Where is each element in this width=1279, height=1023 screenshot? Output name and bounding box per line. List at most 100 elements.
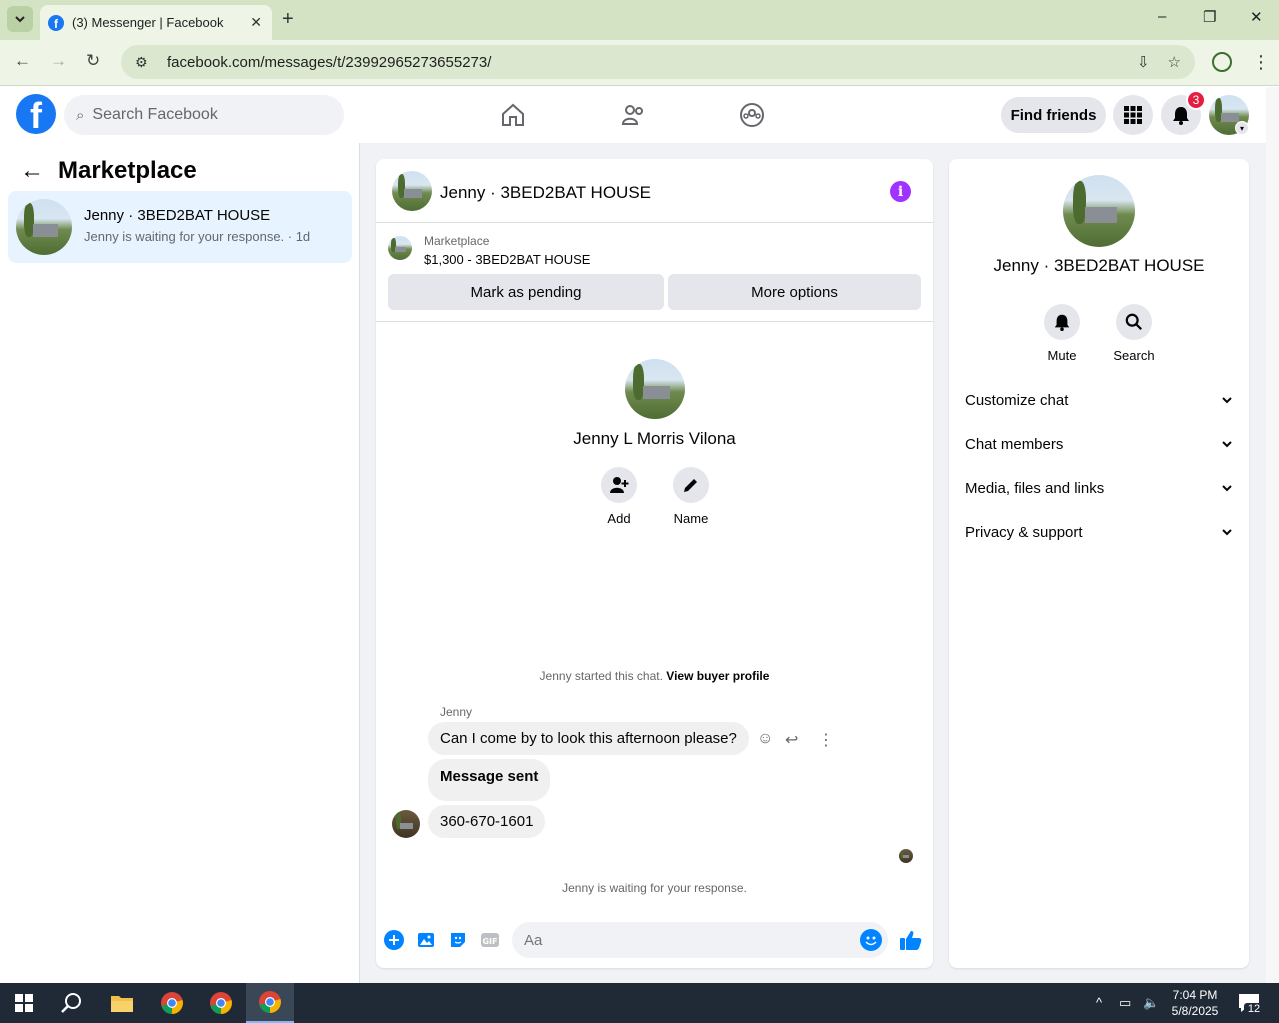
back-button[interactable]: ←: [14, 51, 31, 71]
facebook-header: f ⌕ Search Facebook Find friends 3 ▾: [0, 87, 1266, 143]
close-window-button[interactable]: ✕: [1250, 8, 1263, 26]
message-bubble[interactable]: Message sent: [428, 759, 551, 801]
search-in-chat-button[interactable]: Search: [1104, 304, 1164, 363]
gif-icon[interactable]: GIF: [479, 929, 501, 951]
chrome-profile-icon[interactable]: [209, 991, 233, 1015]
waiting-notice: Jenny is waiting for your response.: [562, 881, 747, 895]
volume-icon[interactable]: 🔈: [1143, 995, 1159, 1011]
message-composer: GIF: [376, 919, 933, 963]
photo-icon[interactable]: [415, 929, 437, 951]
home-icon[interactable]: [499, 101, 527, 129]
chrome-active-icon[interactable]: [246, 983, 294, 1023]
restore-button[interactable]: ❐: [1203, 8, 1216, 26]
chevron-down-icon: [1222, 397, 1232, 404]
message-bubble[interactable]: Can I come by to look this afternoon ple…: [428, 722, 749, 755]
new-tab-button[interactable]: +: [282, 8, 294, 31]
chat-members-section[interactable]: Chat members: [965, 424, 1233, 464]
profile-avatar[interactable]: [624, 359, 685, 419]
notification-center-count: 12: [1244, 1003, 1264, 1017]
search-icon[interactable]: [60, 991, 84, 1015]
browser-profile-icon[interactable]: [1212, 52, 1232, 72]
page-scrollbar[interactable]: [1266, 87, 1279, 983]
seen-avatar: [899, 849, 913, 863]
clock[interactable]: 7:04 PM 5/8/2025: [1163, 987, 1227, 1019]
facebook-favicon-icon: f: [48, 14, 64, 31]
plus-circle-icon[interactable]: [383, 929, 405, 951]
conversation-item[interactable]: Jenny · 3BED2BAT HOUSE Jenny is waiting …: [8, 191, 352, 263]
message-input[interactable]: [512, 922, 888, 958]
chrome-icon[interactable]: [160, 991, 184, 1015]
profile-name: Jenny L Morris Vilona: [573, 429, 736, 448]
windows-taskbar: ^ ▭ 🔈 7:04 PM 5/8/2025 12: [0, 983, 1279, 1023]
tray-chevron-up-icon[interactable]: ^: [1096, 995, 1102, 1010]
emoji-icon[interactable]: [860, 929, 882, 951]
reply-icon[interactable]: ↩: [785, 730, 798, 750]
search-label: Search: [1113, 348, 1155, 363]
started-text: Jenny started this chat.: [539, 669, 663, 683]
pencil-icon: [684, 479, 697, 492]
forward-button[interactable]: →: [50, 51, 67, 71]
listing-thumbnail[interactable]: [388, 236, 412, 260]
chevron-down-icon: [1222, 441, 1232, 448]
browser-menu-icon[interactable]: ⋮: [1252, 52, 1270, 73]
privacy-support-section[interactable]: Privacy & support: [965, 512, 1233, 552]
sticker-icon[interactable]: [447, 929, 469, 951]
details-avatar[interactable]: [1063, 175, 1135, 247]
chat-profile-card: Jenny L Morris Vilona: [376, 359, 933, 449]
address-bar[interactable]: ⚙ facebook.com/messages/t/23992965273655…: [121, 45, 1195, 79]
chat-header-name[interactable]: Jenny · 3BED2BAT HOUSE: [440, 183, 651, 203]
name-button[interactable]: Name: [661, 467, 721, 526]
name-label: Name: [673, 511, 709, 526]
customize-chat-section[interactable]: Customize chat: [965, 380, 1233, 420]
conversation-snippet: Jenny is waiting for your response. · 1d: [84, 229, 311, 244]
conversation-name: Jenny · 3BED2BAT HOUSE: [84, 207, 271, 224]
back-arrow-icon[interactable]: ←: [20, 157, 44, 185]
mute-button[interactable]: Mute: [1032, 304, 1092, 363]
tab-search-button[interactable]: [7, 6, 33, 32]
chevron-down-icon: [15, 16, 25, 23]
mark-as-pending-button[interactable]: Mark as pending: [388, 274, 664, 310]
section-label: Customize chat: [965, 391, 1069, 409]
add-person-icon: [610, 477, 629, 493]
chat-header-avatar[interactable]: [392, 171, 432, 211]
bookmark-star-icon[interactable]: ☆: [1168, 53, 1181, 71]
chat-started-notice: Jenny started this chat. View buyer prof…: [376, 669, 933, 683]
more-actions-icon[interactable]: ⋮: [818, 730, 834, 750]
groups-icon[interactable]: [738, 101, 766, 129]
listing-title[interactable]: $1,300 - 3BED2BAT HOUSE: [424, 252, 590, 267]
site-info-icon[interactable]: ⚙: [135, 54, 157, 71]
react-icon[interactable]: ☺: [757, 730, 773, 748]
bell-icon: [1054, 314, 1070, 331]
menu-grid-button[interactable]: [1113, 95, 1153, 135]
chevron-down-icon: [1222, 529, 1232, 536]
facebook-logo-icon[interactable]: f: [16, 94, 56, 134]
add-button[interactable]: Add: [589, 467, 649, 526]
thumbs-up-icon[interactable]: [899, 929, 923, 951]
bell-icon: [1173, 107, 1189, 125]
network-icon[interactable]: ▭: [1119, 995, 1131, 1011]
minimize-button[interactable]: –: [1158, 8, 1166, 25]
sender-avatar[interactable]: [392, 810, 420, 838]
chevron-down-icon: [1222, 485, 1232, 492]
close-tab-icon[interactable]: ✕: [250, 14, 262, 31]
more-options-button[interactable]: More options: [668, 274, 921, 310]
find-friends-button[interactable]: Find friends: [1001, 97, 1106, 133]
info-icon[interactable]: i: [890, 181, 911, 202]
message-bubble[interactable]: 360-670-1601: [428, 805, 546, 838]
view-buyer-profile-link[interactable]: View buyer profile: [666, 669, 769, 683]
chat-details-panel: Jenny · 3BED2BAT HOUSE Mute Search Custo…: [949, 159, 1249, 968]
time-text: 7:04 PM: [1172, 988, 1218, 1002]
chevron-down-icon[interactable]: ▾: [1235, 121, 1249, 135]
reload-button[interactable]: ↻: [86, 51, 100, 71]
facebook-search-input[interactable]: ⌕ Search Facebook: [64, 95, 344, 135]
friends-icon[interactable]: [619, 101, 647, 129]
file-explorer-icon[interactable]: [110, 991, 134, 1015]
svg-text:GIF: GIF: [482, 937, 497, 946]
messenger-page: ← Marketplace Jenny · 3BED2BAT HOUSE Jen…: [0, 143, 1266, 983]
install-app-icon[interactable]: ⇩: [1137, 53, 1150, 71]
details-name: Jenny · 3BED2BAT HOUSE: [993, 256, 1205, 275]
windows-start-icon[interactable]: [12, 991, 36, 1015]
section-label: Privacy & support: [965, 523, 1083, 541]
browser-tab[interactable]: f (3) Messenger | Facebook ✕: [40, 5, 272, 40]
media-files-links-section[interactable]: Media, files and links: [965, 468, 1233, 508]
